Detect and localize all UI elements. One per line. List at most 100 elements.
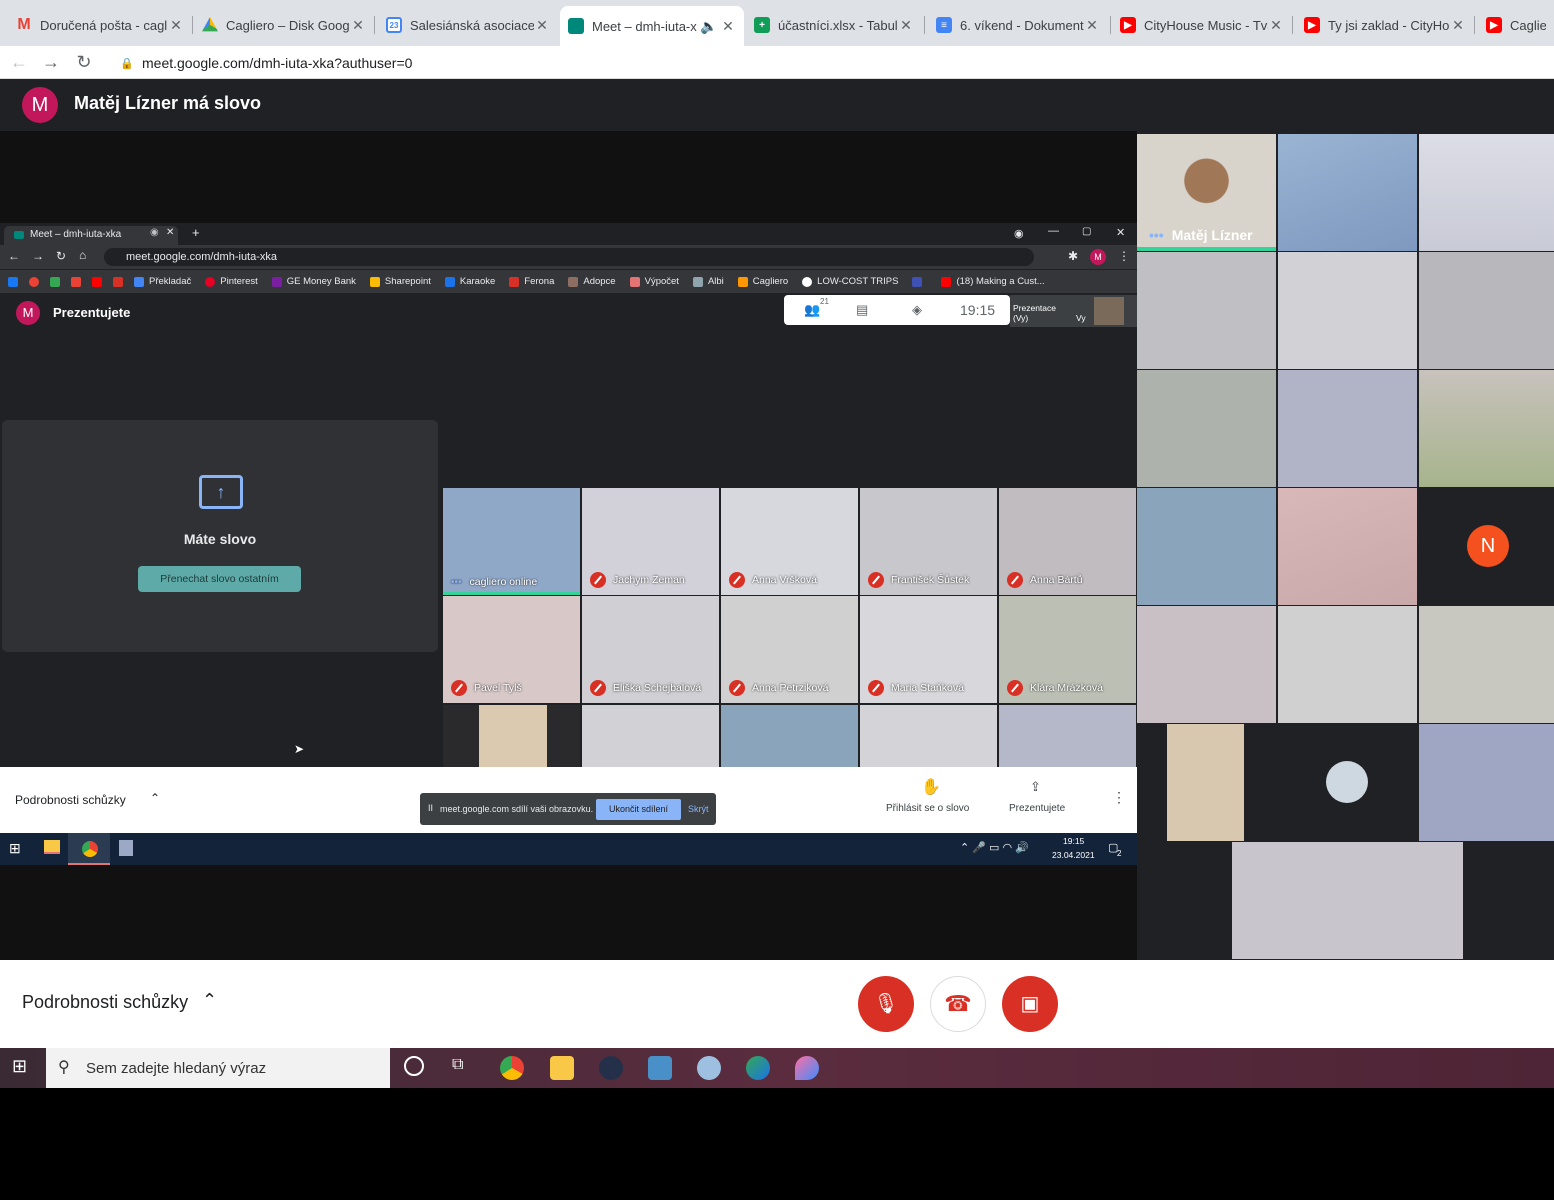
tray-icons: ⌃ 🎤 ▭ ◠ 🔊 [960,842,1029,854]
close-icon[interactable]: ✕ [1268,17,1284,34]
close-icon[interactable]: ✕ [1084,17,1100,34]
paint-icon[interactable] [697,1056,721,1080]
participant-name: Anna Bártů [1007,572,1083,588]
share-text: meet.google.com sdílí vaši obrazovku. [440,804,594,814]
browser-tab-bar: M Doručená pošta - caglie ✕ Cagliero – D… [0,0,1554,46]
extensions-icon: ✱ [1068,249,1079,263]
details-label: Podrobnosti schůzky [15,793,126,807]
present-screen-icon: ↑ [199,475,243,509]
participant-name: Anna Vršková [729,572,817,588]
presenting-card: ↑ Máte slovo Přenechat slovo ostatním [2,420,438,652]
video-tile[interactable] [1137,606,1276,723]
meeting-details-button[interactable]: Podrobnosti schůzky [22,992,188,1013]
edge-icon[interactable] [746,1056,770,1080]
url-field[interactable]: 🔒 meet.google.com/dmh-iuta-xka?authuser=… [108,48,1554,77]
close-icon[interactable]: ✕ [898,17,914,34]
bookmark: Albi [692,276,724,287]
clock: 19:15 [960,302,996,318]
reload-icon[interactable]: ↻ [73,51,95,73]
chevron-up-icon[interactable]: ⌃ [202,990,217,1011]
close-icon[interactable]: ✕ [1450,17,1466,34]
self-tile: Prezentace (Vy) Vy [1010,295,1137,327]
windows-taskbar: ⊞ ⚲ Sem zadejte hledaný výraz ⧉ [0,1048,1554,1088]
video-tile[interactable] [1419,724,1554,841]
taskbar-search[interactable]: ⚲ Sem zadejte hledaný výraz [46,1048,390,1088]
video-tile[interactable] [1419,370,1554,487]
mic-off-icon [590,572,606,588]
video-tile[interactable] [1278,134,1417,251]
video-tile[interactable] [1278,370,1417,487]
main-stage: Meet – dmh-iuta-xka ◉ ✕ + ◉ — ▢ ✕ ← → ↻ … [0,131,1137,960]
video-tile[interactable] [1137,252,1276,369]
video-tile[interactable] [1137,370,1276,487]
bookmark [912,276,927,287]
cortana-icon[interactable] [404,1056,424,1076]
folder-icon[interactable] [550,1056,574,1080]
youtube-icon: ▶ [1120,17,1136,33]
video-tile[interactable] [1419,606,1554,723]
video-tile[interactable] [1137,488,1276,605]
back-icon[interactable]: ← [8,51,30,73]
forward-icon[interactable]: → [40,51,62,73]
mic-off-button[interactable]: 🎙 [858,976,914,1032]
windows-icon[interactable]: ⊞ [12,1056,27,1077]
maximize-icon: ▢ [1082,226,1092,237]
video-tile[interactable] [1278,488,1417,605]
tab-title: Cagliero – Disk Google [226,17,350,33]
shared-url: meet.google.com/dmh-iuta-xka [104,248,1034,266]
speaker-icon: 🔈 [700,17,718,34]
people-count: 21 [820,297,829,306]
participant-tile: Klára Mrázková [999,596,1136,703]
self-label: Prezentace (Vy) [1013,303,1056,323]
avatar: M [1090,249,1106,265]
camera-off-button[interactable]: ▣ [1002,976,1058,1032]
tab-meet[interactable]: Meet – dmh-iuta-x 🔈 ✕ [560,6,744,46]
drive-icon [202,17,218,32]
close-icon[interactable]: ✕ [534,17,550,34]
speaker-banner: Matěj Lízner má slovo [74,93,262,113]
search-icon: ⚲ [58,1059,70,1076]
hide-button: Skrýt [688,804,709,814]
droplet-app-icon[interactable] [795,1056,819,1080]
chrome-icon [82,841,98,857]
laptop-icon[interactable] [648,1056,672,1080]
video-tile[interactable] [1278,252,1417,369]
tab-youtube-2[interactable]: ▶ Ty jsi zaklad - CityHou ✕ [1296,8,1474,42]
tab-gmail[interactable]: M Doručená pošta - caglie ✕ [8,8,192,42]
participant-tile: Anna Vršková [721,488,858,595]
task-view-icon[interactable]: ⧉ [452,1056,463,1074]
shared-address-bar: ← → ↻ ⌂ meet.google.com/dmh-iuta-xka ✱ M… [0,245,1137,269]
reload-icon: ↻ [56,249,67,263]
video-tile[interactable] [1167,724,1244,841]
video-tile[interactable] [1278,724,1417,841]
tab-youtube-1[interactable]: ▶ CityHouse Music - Tvá ✕ [1112,8,1292,42]
tab-drive[interactable]: Cagliero – Disk Google ✕ [194,8,374,42]
tab-title: 6. víkend - Dokument [960,17,1084,33]
close-icon[interactable]: ✕ [720,18,736,35]
video-tile[interactable] [1278,606,1417,723]
video-tile[interactable]: N [1419,488,1554,605]
video-tile[interactable] [1419,252,1554,369]
video-tile[interactable] [1419,134,1554,251]
notification-count: 2 [1117,849,1122,858]
video-tile-speaker[interactable]: ••• Matěj Lízner [1137,134,1276,251]
tab-docs[interactable]: ≡ 6. víkend - Dokument ✕ [928,8,1108,42]
folder-icon [44,840,60,854]
docs-icon: ≡ [936,17,952,33]
presenting-button: Prezentujete [1009,803,1066,814]
video-tile[interactable] [1232,842,1463,959]
hang-up-button[interactable]: ☎ [930,976,986,1032]
avatar: M [22,87,58,123]
tab-youtube-3[interactable]: ▶ Cagliero [1478,8,1554,42]
activities-icon: ◈ [912,302,922,317]
lock-icon: 🔒 [120,57,134,70]
close-icon[interactable]: ✕ [350,17,366,34]
close-icon[interactable]: ✕ [168,17,184,34]
tab-calendar[interactable]: 23 Salesiánská asociace D ✕ [378,8,558,42]
lock-app-icon[interactable] [599,1056,623,1080]
gmail-icon: M [17,16,31,33]
tray-time: 19:15 [1063,836,1085,846]
mic-off-icon [729,680,745,696]
chrome-icon[interactable] [500,1056,524,1080]
tab-sheets[interactable]: + účastníci.xlsx - Tabulky ✕ [746,8,922,42]
